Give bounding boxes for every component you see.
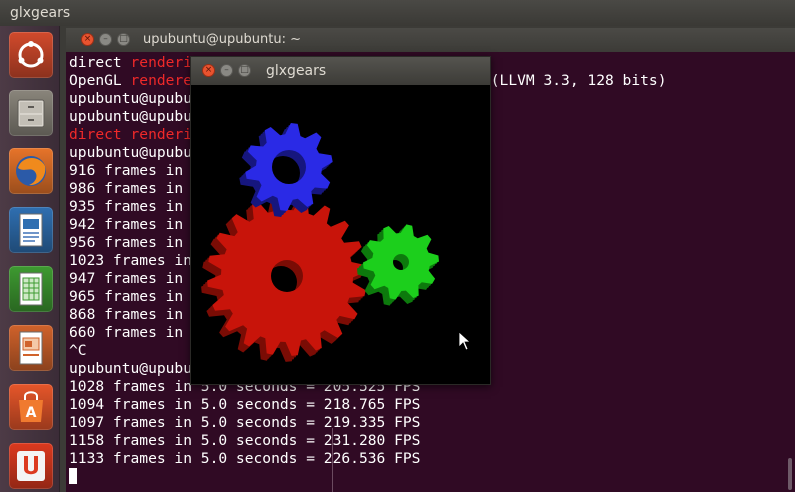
gears-canvas[interactable]: [191, 85, 490, 384]
terminal-scrollbar[interactable]: [788, 458, 792, 490]
launcher-libreoffice-impress[interactable]: [9, 325, 53, 371]
launcher-files[interactable]: [9, 90, 53, 136]
terminal-text: renderi: [130, 54, 193, 71]
impress-presentation-icon: [19, 331, 43, 365]
terminal-text: direct: [69, 54, 131, 71]
terminal-titlebar[interactable]: × – □ upubuntu@upubuntu: ~: [66, 28, 795, 52]
terminal-line: 1097 frames in 5.0 seconds = 219.335 FPS: [69, 414, 787, 432]
launcher-ubuntu-dash[interactable]: [9, 32, 53, 78]
terminal-cursor: [69, 468, 77, 484]
terminal-text: 1023 frames in: [69, 252, 193, 269]
terminal-text: 986 frames in: [69, 180, 184, 197]
shopping-bag-icon: A: [19, 391, 43, 422]
top-panel: glxgears: [0, 0, 795, 26]
launcher-software-center[interactable]: A: [9, 384, 53, 430]
mouse-pointer-icon: [458, 331, 472, 351]
terminal-text: 868 frames in: [69, 306, 184, 323]
writer-document-icon: [19, 213, 43, 247]
launcher-libreoffice-calc[interactable]: [9, 266, 53, 312]
glxgears-minimize-button[interactable]: –: [220, 64, 233, 77]
launcher-libreoffice-writer[interactable]: [9, 207, 53, 253]
firefox-icon: [16, 156, 46, 186]
terminal-text: 1097 frames in 5.0 seconds = 219.335 FPS: [69, 414, 421, 431]
terminal-text: OpenGL: [69, 72, 131, 89]
terminal-line: 1133 frames in 5.0 seconds = 226.536 FPS: [69, 450, 787, 468]
terminal-maximize-button[interactable]: □: [117, 33, 130, 46]
terminal-text: upubuntu@upubu: [69, 90, 193, 107]
terminal-prompt-line: [69, 468, 787, 486]
ubuntu-one-icon: [17, 451, 45, 481]
terminal-text: 660 frames in: [69, 324, 184, 341]
terminal-text: 916 frames in: [69, 162, 184, 179]
terminal-text: upubuntu@upubu: [69, 108, 193, 125]
terminal-text: renderi: [130, 126, 193, 143]
terminal-text: upubuntu@upubu: [69, 360, 193, 377]
calc-spreadsheet-icon: [19, 272, 43, 306]
terminal-minimize-button[interactable]: –: [99, 33, 112, 46]
glxgears-maximize-button[interactable]: □: [238, 64, 251, 77]
terminal-divider: [332, 428, 333, 492]
file-cabinet-icon: [17, 99, 45, 128]
terminal-title: upubuntu@upubuntu: ~: [143, 32, 301, 47]
terminal-close-button[interactable]: ×: [81, 33, 94, 46]
terminal-line: 1094 frames in 5.0 seconds = 218.765 FPS: [69, 396, 787, 414]
terminal-text: 1094 frames in 5.0 seconds = 218.765 FPS: [69, 396, 421, 413]
glxgears-close-button[interactable]: ×: [202, 64, 215, 77]
unity-launcher: A: [0, 26, 60, 492]
launcher-ubuntu-one[interactable]: [9, 443, 53, 489]
terminal-text: 942 frames in: [69, 216, 184, 233]
terminal-text: ^C: [69, 342, 87, 359]
glxgears-titlebar[interactable]: × – □ glxgears: [191, 57, 490, 85]
launcher-firefox[interactable]: [9, 148, 53, 194]
terminal-text: 956 frames in: [69, 234, 184, 251]
terminal-text: 1133 frames in 5.0 seconds = 226.536 FPS: [69, 450, 421, 467]
terminal-text: rendere: [130, 72, 193, 89]
svg-text:A: A: [26, 405, 37, 421]
terminal-text: upubuntu@upubu: [69, 144, 193, 161]
terminal-text: 947 frames in: [69, 270, 184, 287]
terminal-text: 965 frames in: [69, 288, 184, 305]
terminal-text: 1158 frames in 5.0 seconds = 231.280 FPS: [69, 432, 421, 449]
terminal-line: 1158 frames in 5.0 seconds = 231.280 FPS: [69, 432, 787, 450]
terminal-text: 935 frames in: [69, 198, 184, 215]
blue-gear: [245, 123, 333, 211]
glxgears-title: glxgears: [266, 63, 327, 79]
terminal-text: direct: [69, 126, 122, 143]
glxgears-window[interactable]: × – □ glxgears: [190, 56, 491, 385]
ubuntu-logo-icon: [18, 41, 44, 68]
active-window-title: glxgears: [10, 5, 71, 21]
